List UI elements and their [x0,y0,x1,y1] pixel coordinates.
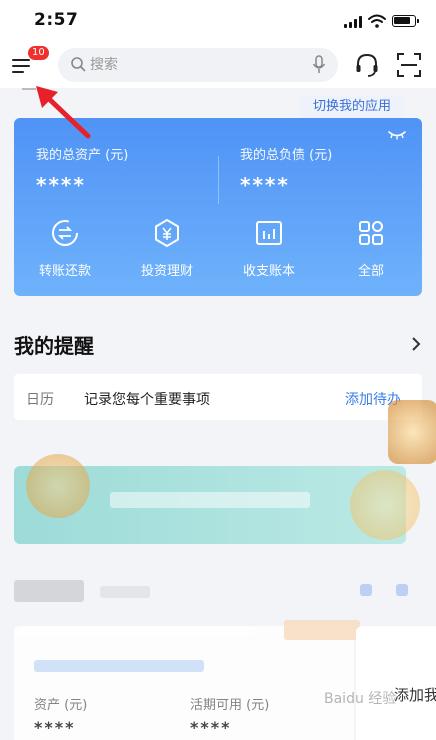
total-liabilities[interactable]: 我的总负债 (元) **** [240,144,332,197]
all-apps-action[interactable]: 全部 [320,218,422,288]
account-name-placeholder [34,660,204,672]
banner-coin-image [26,454,90,518]
battery-icon [392,15,419,27]
ledger-label: 收支账本 [242,264,295,279]
add-account-card[interactable]: 添加我 [356,626,436,740]
wifi-icon [368,14,386,28]
reminder-description: 记录您每个重要事项 [84,392,210,408]
watermark: Baidu 经验 [324,691,397,707]
all-apps-label: 全部 [357,264,384,279]
transfer-action[interactable]: 转账还款 [14,218,116,288]
status-time: 2:57 [34,10,79,30]
ledger-action[interactable]: 收支账本 [218,218,320,288]
customer-service-icon[interactable] [354,52,380,78]
floating-promo-icon[interactable] [388,400,436,464]
switch-apps-button[interactable]: 切换我的应用 [300,96,404,118]
notification-badge: 10 [28,46,49,60]
total-liabilities-value: **** [240,173,290,197]
assets-label: 资产 (元) [34,698,88,713]
total-assets[interactable]: 我的总资产 (元) **** [36,144,128,197]
add-account-label: 添加我 [394,686,436,704]
assets-value: **** [34,718,76,737]
asset-divider [218,156,219,204]
account-tag [284,620,360,640]
total-assets-value: **** [36,173,86,197]
investment-label: 投资理财 [140,264,193,279]
account-card[interactable]: 资产 (元) 活期可用 (元) **** **** [14,620,360,740]
available-value: **** [190,718,232,737]
lower-content: 资产 (元) 活期可用 (元) **** **** 添加我 Baidu 经验 [0,400,436,740]
transfer-label: 转账还款 [38,264,91,279]
total-liabilities-label: 我的总负债 (元) [240,148,333,163]
banner-text-placeholder [110,492,310,508]
investment-action[interactable]: 投资理财 [116,218,218,288]
annotation-arrow [36,86,91,139]
microphone-icon[interactable] [312,55,326,75]
available-label: 活期可用 (元) [190,698,270,713]
section-title-placeholder [14,580,84,602]
search-input[interactable] [90,54,290,76]
chevron-right-icon[interactable] [410,336,422,352]
calendar-label: 日历 [26,392,54,408]
reminder-row[interactable]: 日历 记录您每个重要事项 添加待办 [14,374,422,420]
search-icon [71,57,86,72]
transfer-icon [52,220,78,246]
quick-actions: 转账还款 投资理财 收支账本 全部 [14,218,422,288]
banner-plate-image [350,470,420,540]
investment-icon [155,218,179,248]
search-bar[interactable] [58,48,338,82]
scan-icon[interactable] [396,52,422,78]
all-apps-icon [359,221,383,245]
section-subtitle-placeholder [100,586,150,598]
section-icons [356,582,412,598]
hide-amount-icon[interactable] [388,130,406,140]
signal-icon [344,16,364,28]
reminders-title: 我的提醒 [14,334,94,358]
status-bar: 2:57 [0,0,436,44]
ledger-icon [256,221,282,245]
